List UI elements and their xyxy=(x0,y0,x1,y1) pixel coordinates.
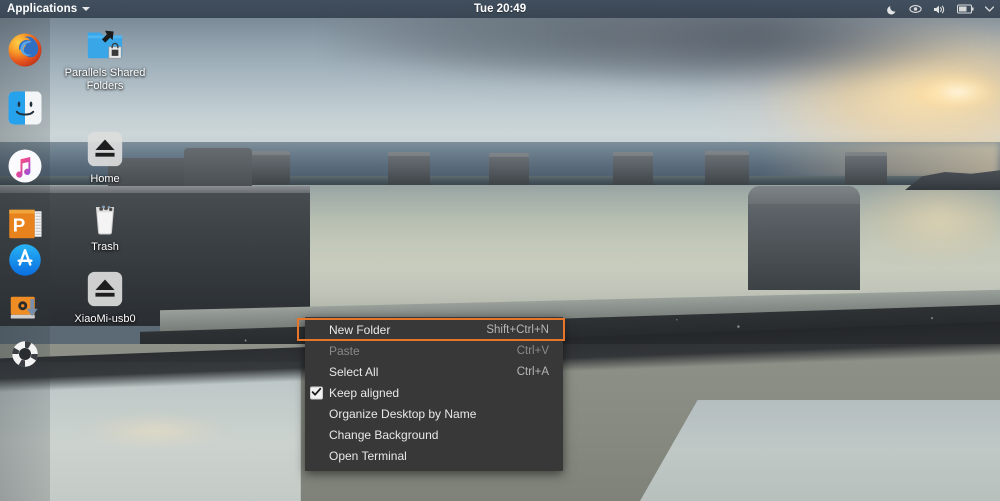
desktop-icon-label: Parallels Shared Folders xyxy=(64,67,146,92)
folder-shortcut-locked-icon xyxy=(87,30,123,59)
dock-item-firefox[interactable] xyxy=(7,32,43,68)
menu-item-organize-desktop-by-name[interactable]: Organize Desktop by Name xyxy=(305,403,563,424)
session-menu-icon[interactable] xyxy=(985,6,994,12)
checkmark-icon xyxy=(311,387,322,396)
battery-icon[interactable] xyxy=(957,4,974,14)
trash-icon xyxy=(95,205,115,235)
wallpaper-pillar xyxy=(489,153,529,185)
night-mode-icon[interactable] xyxy=(887,4,898,15)
desktop-icon-label: XiaoMi-usb0 xyxy=(74,313,136,325)
menu-item-accelerator: Ctrl+A xyxy=(516,365,549,378)
menu-item-label: Keep aligned xyxy=(329,385,400,400)
display-icon[interactable] xyxy=(909,4,922,14)
wallpaper-sun-glow xyxy=(900,58,1000,136)
wallpaper-sun-reflection-foreground xyxy=(60,408,250,454)
desktop-icon-xiaomi-usb0[interactable]: XiaoMi-usb0 xyxy=(62,268,148,326)
menu-item-accelerator: Shift+Ctrl+N xyxy=(486,323,549,336)
volume-icon[interactable] xyxy=(933,4,946,15)
desktop-icon-parallels-shared-folders[interactable]: Parallels Shared Folders xyxy=(62,22,148,93)
menu-item-label: Select All xyxy=(329,364,379,379)
wallpaper-wet-reflection-right xyxy=(640,400,1000,501)
menu-item-keep-aligned[interactable]: Keep aligned xyxy=(305,382,563,403)
menu-item-label: New Folder xyxy=(329,322,391,337)
finder-icon xyxy=(8,91,42,125)
wallpaper-pillar xyxy=(613,152,653,185)
system-tray xyxy=(887,0,994,18)
wallpaper-foreground-pillar xyxy=(748,186,860,290)
menu-item-label: Open Terminal xyxy=(329,448,407,463)
app-store-icon xyxy=(9,244,41,276)
menu-item-accelerator: Ctrl+V xyxy=(516,344,549,357)
desktop-context-menu: New Folder Shift+Ctrl+N Paste Ctrl+V Sel… xyxy=(305,317,563,471)
dock-item-powerpoint[interactable]: P xyxy=(7,206,43,242)
desktop-icon-trash[interactable]: Trash xyxy=(62,196,148,254)
clock[interactable]: Tue 20:49 xyxy=(0,3,1000,15)
wallpaper-pillar xyxy=(246,151,290,185)
menu-item-label: Change Background xyxy=(329,427,439,442)
menu-item-label: Paste xyxy=(329,343,360,358)
keep-aligned-checkbox[interactable] xyxy=(310,386,323,399)
desktop-icon-label: Trash xyxy=(91,241,119,253)
menu-item-label: Organize Desktop by Name xyxy=(329,406,477,421)
dock-item-music[interactable] xyxy=(7,148,43,184)
desktop-screen: Applications Tue 20:49 P Parallels Share… xyxy=(0,0,1000,501)
dock-item-software-update[interactable] xyxy=(7,290,43,326)
powerpoint-icon: P xyxy=(9,209,42,239)
menu-item-open-terminal[interactable]: Open Terminal xyxy=(305,445,563,466)
dock-item-app-store[interactable] xyxy=(7,242,43,278)
software-update-icon xyxy=(10,296,38,319)
eject-icon xyxy=(87,271,123,307)
firefox-icon xyxy=(8,33,42,67)
menu-item-select-all[interactable]: Select All Ctrl+A xyxy=(305,361,563,382)
wallpaper-pillar xyxy=(388,152,430,185)
lifesaver-icon xyxy=(12,341,38,367)
svg-text:P: P xyxy=(13,215,26,236)
desktop-icon-home[interactable]: Home xyxy=(62,128,148,186)
menu-item-paste[interactable]: Paste Ctrl+V xyxy=(305,340,563,361)
application-dock: P xyxy=(0,18,50,501)
wallpaper-pillar xyxy=(705,151,749,185)
dock-item-finder[interactable] xyxy=(7,90,43,126)
eject-icon xyxy=(87,131,123,167)
wallpaper-pillar xyxy=(845,152,887,185)
desktop-icon-label: Home xyxy=(90,173,120,185)
menu-item-change-background[interactable]: Change Background xyxy=(305,424,563,445)
dock-item-lifesaver[interactable] xyxy=(7,336,43,372)
top-panel: Applications Tue 20:49 xyxy=(0,0,1000,18)
music-note-icon xyxy=(8,149,42,183)
menu-item-new-folder[interactable]: New Folder Shift+Ctrl+N xyxy=(305,319,563,340)
